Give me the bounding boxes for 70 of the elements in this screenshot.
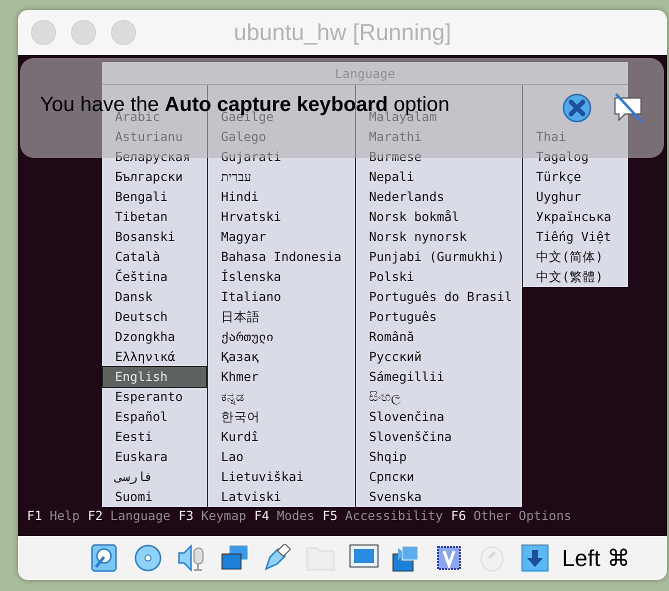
function-key-hint[interactable]: F4 Modes	[254, 508, 314, 524]
language-option[interactable]: Norsk bokmål	[356, 207, 522, 227]
language-option[interactable]: Қазақ	[208, 347, 355, 367]
language-option[interactable]: English	[103, 367, 206, 387]
language-option[interactable]: Čeština	[102, 267, 207, 287]
language-option[interactable]: Lietuviškai	[208, 467, 355, 487]
language-option[interactable]: فارسی	[102, 467, 207, 487]
language-option[interactable]: Latviski	[208, 487, 355, 507]
language-option[interactable]: Esperanto	[102, 387, 207, 407]
language-option[interactable]: Deutsch	[102, 307, 207, 327]
language-option[interactable]: Khmer	[208, 367, 355, 387]
language-option[interactable]: Português	[356, 307, 522, 327]
language-option[interactable]: Polski	[356, 267, 522, 287]
language-option[interactable]: Hrvatski	[208, 207, 355, 227]
language-option[interactable]: Bahasa Indonesia	[208, 247, 355, 267]
language-option[interactable]: Română	[356, 327, 522, 347]
language-option[interactable]: Català	[102, 247, 207, 267]
language-option[interactable]: Magyar	[208, 227, 355, 247]
function-key-hint[interactable]: F6 Other Options	[450, 508, 572, 524]
language-option[interactable]: Українська	[523, 207, 628, 227]
usb-plug-icon[interactable]	[263, 544, 293, 572]
function-key-hint[interactable]: F3 Keymap	[178, 508, 246, 524]
language-option[interactable]: 日本語	[208, 307, 355, 327]
network-monitors-icon[interactable]	[220, 544, 250, 572]
language-option[interactable]: Nederlands	[356, 187, 522, 207]
language-option[interactable]: Српски	[356, 467, 522, 487]
language-option[interactable]: Türkçe	[523, 167, 628, 187]
language-option[interactable]: Italiano	[208, 287, 355, 307]
language-option[interactable]: Hindi	[208, 187, 355, 207]
language-option[interactable]: Dzongkha	[102, 327, 207, 347]
language-option[interactable]: Русский	[356, 347, 522, 367]
language-option[interactable]: Slovenščina	[356, 427, 522, 447]
language-option[interactable]: Bosanski	[102, 227, 207, 247]
language-option[interactable]: සිංහල	[356, 387, 522, 407]
optical-disc-icon[interactable]	[134, 544, 164, 572]
window-title: ubuntu_hw [Running]	[234, 19, 452, 45]
function-key-hint[interactable]: F5 Accessibility	[322, 508, 443, 524]
language-option[interactable]: Shqip	[356, 447, 522, 467]
language-option[interactable]: Euskara	[102, 447, 207, 467]
close-icon[interactable]	[562, 93, 592, 123]
language-option[interactable]: Kurdî	[208, 427, 355, 447]
language-option[interactable]: Ελληνικά	[102, 347, 207, 367]
function-key-hint[interactable]: F1 Help	[27, 508, 80, 524]
language-option[interactable]: Español	[102, 407, 207, 427]
host-key-label: Left ⌘	[562, 544, 630, 572]
language-option[interactable]: 中文(繁體)	[523, 267, 628, 287]
language-option[interactable]: Български	[102, 167, 207, 187]
language-option[interactable]: Eesti	[102, 427, 207, 447]
language-option[interactable]: Íslenska	[208, 267, 355, 287]
language-option[interactable]: ქართული	[208, 327, 355, 347]
language-option[interactable]: Svenska	[356, 487, 522, 507]
language-option[interactable]: ಕನ್ನಡ	[208, 387, 355, 407]
language-option[interactable]: Tiếng Việt	[523, 227, 628, 247]
language-option[interactable]: Português do Brasil	[356, 287, 522, 307]
language-option[interactable]: עברית	[208, 167, 355, 187]
language-option[interactable]: Bengali	[102, 187, 207, 207]
language-option[interactable]: Tibetan	[102, 207, 207, 227]
language-option[interactable]: Dansk	[102, 287, 207, 307]
function-key-hint[interactable]: F2 Language	[88, 508, 171, 524]
language-option[interactable]: 한국어	[208, 407, 355, 427]
language-option[interactable]: Uyghur	[523, 187, 628, 207]
language-option[interactable]: Norsk nynorsk	[356, 227, 522, 247]
language-option[interactable]: Slovenčina	[356, 407, 522, 427]
muted-speech-bubble-icon[interactable]	[612, 92, 644, 124]
language-option[interactable]: Lao	[208, 447, 355, 467]
language-option[interactable]: Suomi	[102, 487, 207, 507]
language-option[interactable]: Sámegillii	[356, 367, 522, 387]
language-option[interactable]: Nepali	[356, 167, 522, 187]
language-option[interactable]: 中文(简体)	[523, 247, 628, 267]
language-option[interactable]: Punjabi (Gurmukhi)	[356, 247, 522, 267]
